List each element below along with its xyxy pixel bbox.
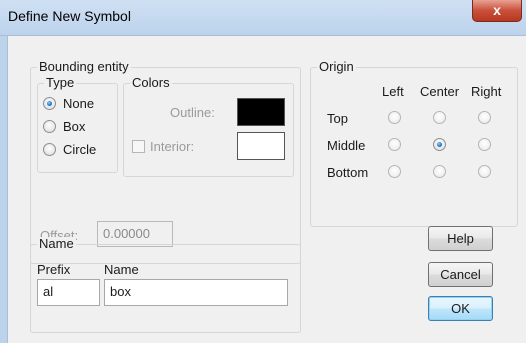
origin-col-left: Left xyxy=(382,84,404,99)
outline-color-swatch[interactable] xyxy=(237,98,285,126)
bounding-entity-group: Bounding entity Type None Box Circle Col… xyxy=(30,60,301,264)
name-group-title: Name xyxy=(37,236,76,251)
origin-bottom-right-radio[interactable] xyxy=(478,165,491,178)
type-none-radio[interactable] xyxy=(43,97,56,110)
colors-group: Colors Outline: Interior: xyxy=(123,76,294,177)
origin-top-center-radio[interactable] xyxy=(433,111,446,124)
window-title: Define New Symbol xyxy=(8,8,131,24)
name-label: Name xyxy=(104,262,139,277)
interior-label: Interior: xyxy=(150,139,195,154)
type-group: Type None Box Circle xyxy=(37,76,118,173)
interior-checkbox[interactable] xyxy=(132,140,145,153)
bounding-entity-title: Bounding entity xyxy=(37,59,131,74)
close-button[interactable]: x xyxy=(472,0,522,22)
type-group-title: Type xyxy=(44,75,77,90)
name-field[interactable]: box xyxy=(104,279,288,306)
type-box-radio[interactable] xyxy=(43,120,56,133)
outline-label: Outline: xyxy=(170,105,215,120)
origin-row-bottom: Bottom xyxy=(327,165,369,180)
origin-middle-center-radio[interactable] xyxy=(433,138,446,151)
origin-top-right-radio[interactable] xyxy=(478,111,491,124)
origin-group: Origin Left Center Right Top Middle Bott… xyxy=(310,60,518,227)
origin-top-left-radio[interactable] xyxy=(388,111,401,124)
origin-middle-right-radio[interactable] xyxy=(478,138,491,151)
interior-color-swatch[interactable] xyxy=(237,132,285,160)
origin-bottom-center-radio[interactable] xyxy=(433,165,446,178)
close-icon: x xyxy=(493,2,501,18)
cancel-button[interactable]: Cancel xyxy=(428,262,493,287)
ok-button[interactable]: OK xyxy=(428,296,493,321)
origin-group-title: Origin xyxy=(317,59,356,74)
origin-bottom-left-radio[interactable] xyxy=(388,165,401,178)
type-box-label: Box xyxy=(63,119,86,134)
origin-col-right: Right xyxy=(471,84,502,99)
title-bar: Define New Symbol x xyxy=(0,0,526,36)
window-frame-left xyxy=(0,36,8,343)
type-none-label: None xyxy=(63,96,95,111)
origin-row-middle: Middle xyxy=(327,138,366,153)
help-button[interactable]: Help xyxy=(428,226,493,251)
dialog-body: Bounding entity Type None Box Circle Col… xyxy=(8,36,526,343)
colors-group-title: Colors xyxy=(130,75,172,90)
origin-middle-left-radio[interactable] xyxy=(388,138,401,151)
name-group: Name Prefix Name al box xyxy=(30,237,301,333)
type-circle-radio[interactable] xyxy=(43,143,56,156)
prefix-label: Prefix xyxy=(37,262,71,277)
type-circle-label: Circle xyxy=(63,142,97,157)
prefix-field[interactable]: al xyxy=(37,279,100,306)
origin-row-top: Top xyxy=(327,111,348,126)
origin-col-center: Center xyxy=(420,84,460,99)
